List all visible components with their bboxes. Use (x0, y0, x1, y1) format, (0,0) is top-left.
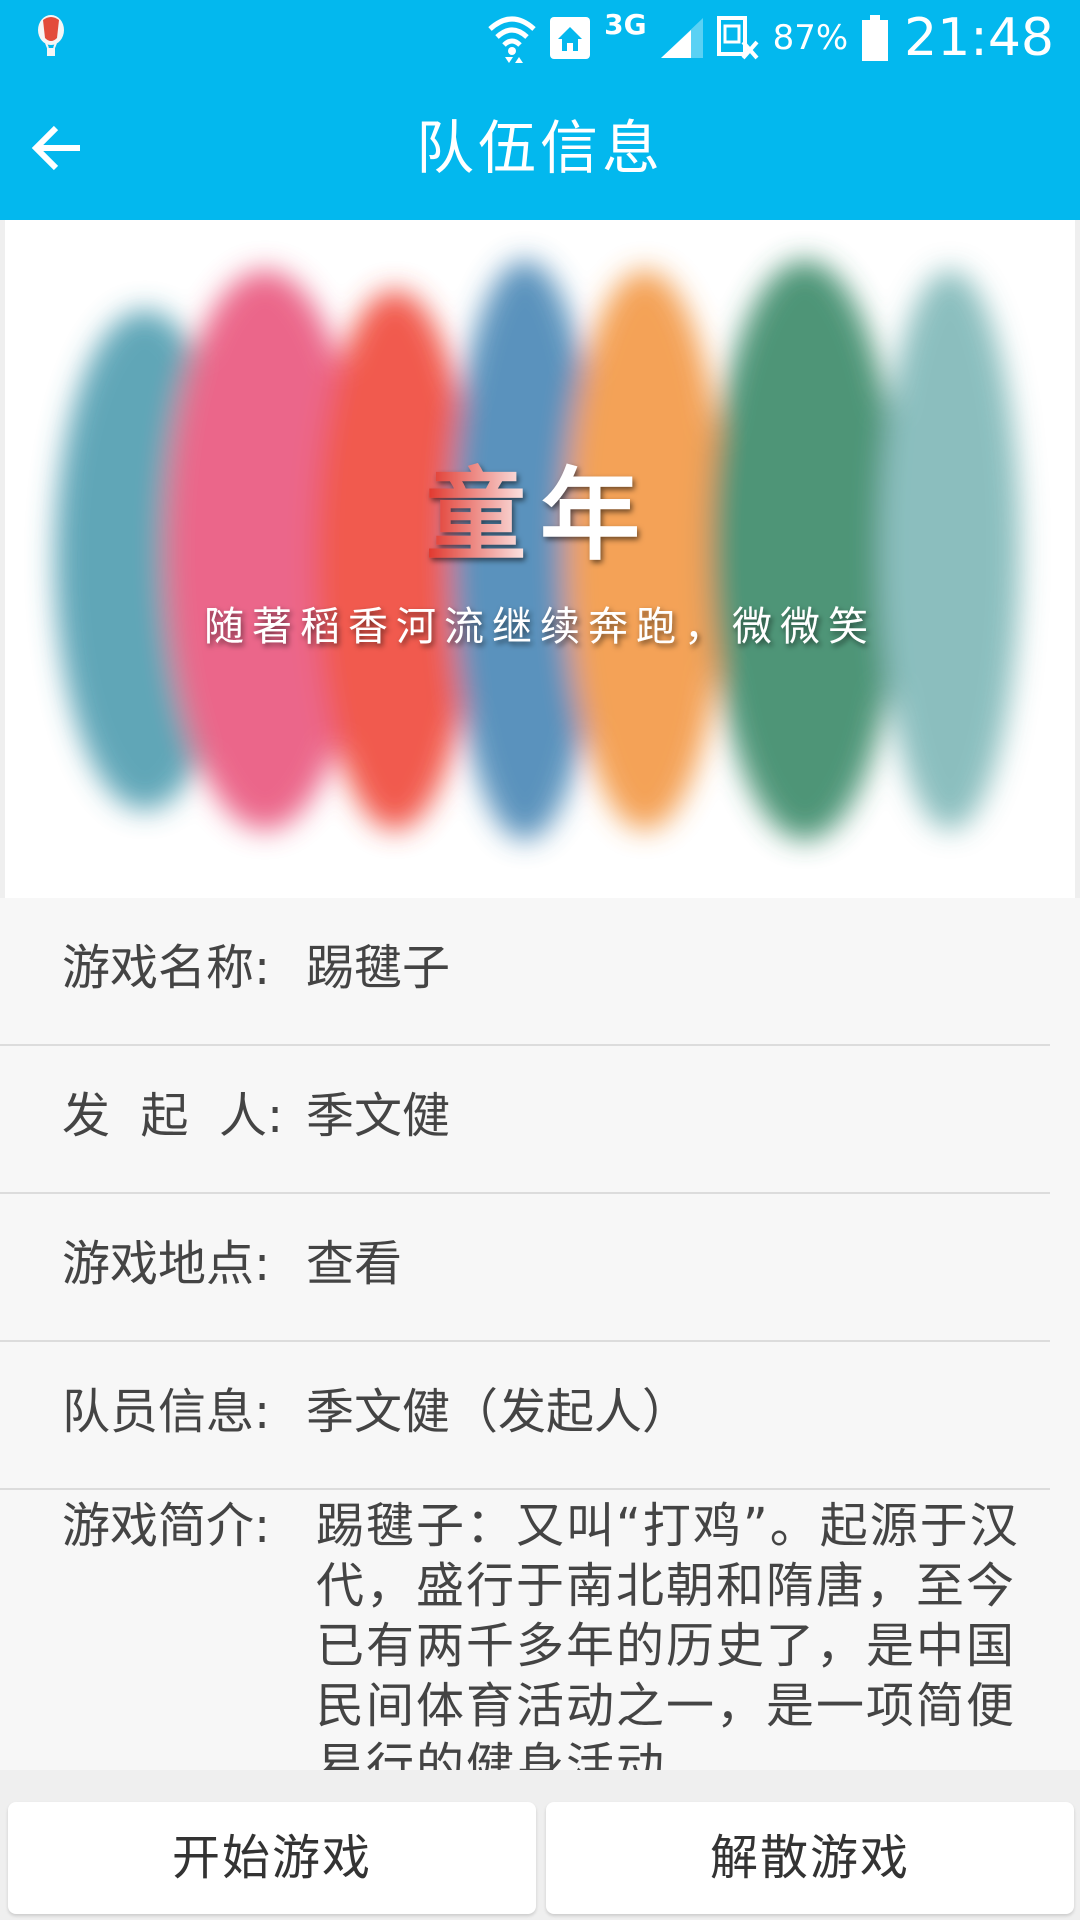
info-row-location[interactable]: 游戏地点: 查看 (0, 1194, 1050, 1342)
battery-percent: 87% (772, 18, 849, 58)
info-row-game-name: 游戏名称: 踢毽子 (0, 898, 1050, 1046)
page-title: 队伍信息 (415, 114, 664, 182)
sim-icon (716, 16, 759, 60)
signal-icon (660, 18, 703, 58)
members-label: 队员信息: (62, 1384, 271, 1440)
game-name-label: 游戏名称: (62, 940, 271, 996)
paint-stroke (880, 270, 1020, 830)
initiator-label: 发 起 人: (62, 1088, 284, 1144)
clock: 21:48 (904, 8, 1054, 68)
home-icon (550, 17, 591, 59)
paint-stroke (710, 260, 900, 840)
status-bar: 3G 87% 21:48 (0, 0, 1080, 76)
members-value: 季文健（发起人） (306, 1384, 691, 1440)
game-name-value: 踢毽子 (306, 940, 451, 996)
location-label: 游戏地点: (62, 1236, 271, 1292)
intro-value: 踢毽子：又叫“打鸡”。起源于汉代，盛行于南北朝和隋唐，至今已有两千多年的历史了，… (316, 1498, 1020, 1794)
intro-label: 游戏简介: (62, 1498, 271, 1554)
balloon-icon (34, 14, 68, 60)
battery-icon (862, 15, 889, 61)
bottom-action-bar: 开始游戏 解散游戏 (0, 1770, 1080, 1920)
team-info-list: 游戏名称: 踢毽子 发 起 人: 季文健 游戏地点: 查看 队员信息: 季文健（… (0, 898, 1080, 1794)
info-row-initiator: 发 起 人: 季文健 (0, 1046, 1050, 1194)
initiator-value: 季文健 (306, 1088, 451, 1144)
app-bar: 队伍信息 (0, 76, 1080, 220)
dissolve-game-button[interactable]: 解散游戏 (546, 1802, 1074, 1914)
info-row-intro: 游戏简介: 踢毽子：又叫“打鸡”。起源于汉代，盛行于南北朝和隋唐，至今已有两千多… (0, 1490, 1050, 1794)
start-game-button[interactable]: 开始游戏 (8, 1802, 536, 1914)
banner-subtitle: 随著稻香河流继续奔跑，微微笑 (204, 604, 876, 650)
location-view-link[interactable]: 查看 (306, 1194, 402, 1334)
network-type: 3G (604, 7, 647, 41)
info-row-members: 队员信息: 季文健（发起人） (0, 1342, 1050, 1490)
banner-image: 童年 随著稻香河流继续奔跑，微微笑 (5, 220, 1075, 898)
banner-title: 童年 (426, 457, 654, 574)
wifi-icon (488, 13, 536, 63)
